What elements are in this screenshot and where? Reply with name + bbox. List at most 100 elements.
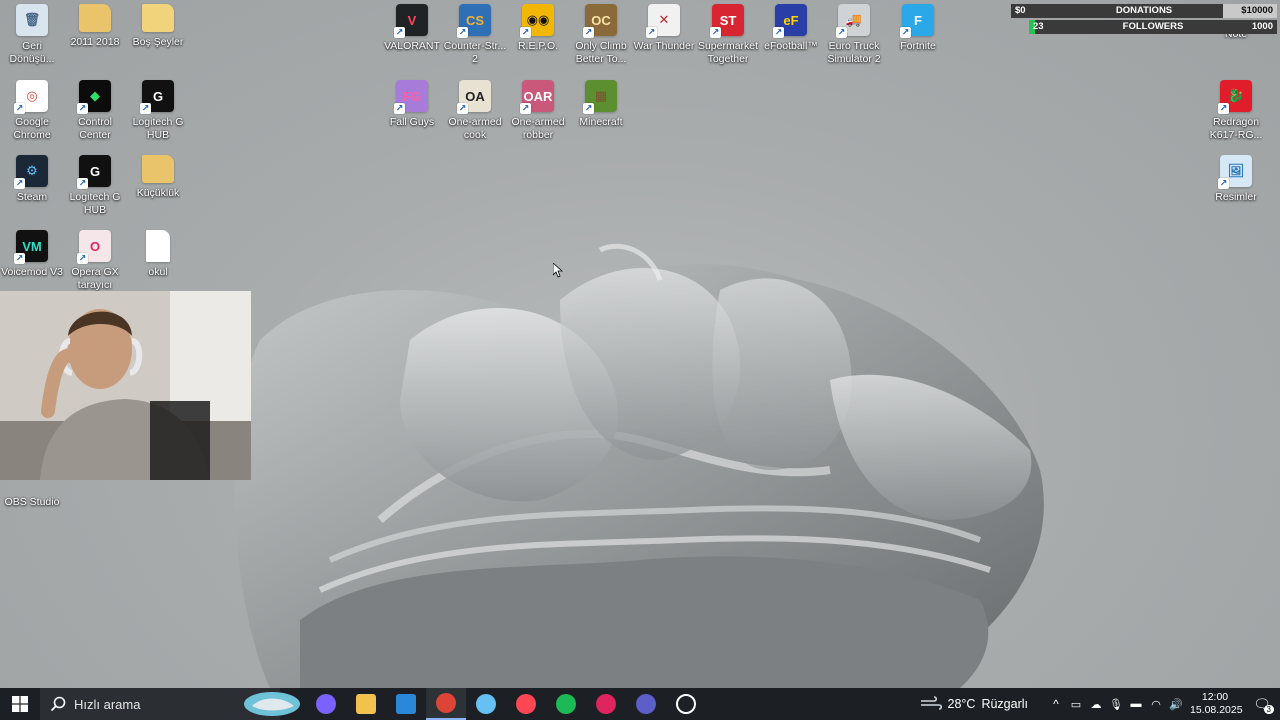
- shortcut-arrow-icon: ↗: [583, 103, 594, 114]
- desktop-icon-label: 2011 2018: [70, 36, 120, 48]
- speaker-icon: 🔊: [1169, 698, 1183, 711]
- donations-label: DONATIONS: [1115, 5, 1173, 16]
- taskbar-app-valorant[interactable]: [506, 688, 546, 720]
- desktop[interactable]: 🗑 Geri Dönüşü... 2011 2018 Boş Şeyler V ↗ VALO…: [0, 0, 1280, 688]
- show-hidden-icons-button[interactable]: ^: [1046, 688, 1066, 720]
- weather-widget[interactable]: 28°C Rüzgarlı: [920, 696, 1028, 712]
- desktop-icon-recycle[interactable]: 🗑 Geri Dönüşü...: [0, 4, 64, 66]
- start-button[interactable]: [0, 688, 40, 720]
- shortcut-arrow-icon: ↗: [773, 27, 784, 38]
- donations-goal-bar: $0 DONATIONS $10000: [1011, 4, 1277, 18]
- desktop-icon-valorant[interactable]: V ↗ VALORANT: [380, 4, 444, 53]
- clock-time: 12:00: [1201, 691, 1229, 703]
- shortcut-arrow-icon: ↗: [77, 253, 88, 264]
- taskbar-search-box[interactable]: [40, 688, 300, 720]
- logitech-icon: G ↗: [77, 155, 111, 189]
- desktop-icon-label: War Thunder: [633, 40, 695, 52]
- desktop-icon-label: Supermarket Together: [697, 40, 759, 65]
- truck-icon: 🚚 ↗: [836, 4, 870, 38]
- opera-gx-icon: O ↗: [77, 230, 111, 264]
- shortcut-arrow-icon: ↗: [836, 27, 847, 38]
- desktop-icon-label: OBS Studio: [4, 496, 60, 508]
- desktop-icon-label: Google Chrome: [13, 116, 51, 141]
- desktop-icon-label: Geri Dönüşü...: [9, 40, 55, 65]
- steam-icon: [476, 694, 496, 714]
- desktop-icon-fortnite[interactable]: F ↗ Fortnite: [886, 4, 950, 53]
- volume-button[interactable]: 🔊: [1166, 688, 1186, 720]
- desktop-icon-kucukluk[interactable]: Küçüklük: [126, 155, 190, 200]
- chevron-up-icon: ^: [1053, 697, 1059, 711]
- desktop-icon-supermarket[interactable]: ST ↗ Supermarket Together: [696, 4, 760, 66]
- shortcut-arrow-icon: ↗: [900, 27, 911, 38]
- desktop-icon-label: Voicemod V3: [1, 266, 63, 278]
- wifi-icon: ◠: [1151, 698, 1161, 711]
- desktop-icon-cook[interactable]: OA ↗ One-armed cook: [443, 80, 507, 142]
- desktop-icon-label: Logitech G HUB: [69, 191, 121, 216]
- desktop-icon-warthunder[interactable]: ✕ ↗ War Thunder: [632, 4, 696, 53]
- desktop-icon-efootball[interactable]: eF ↗ eFootball™: [759, 4, 823, 53]
- taskbar-app-obs[interactable]: [666, 688, 706, 720]
- counter-strike-icon: CS ↗: [457, 4, 491, 38]
- desktop-icon-redragon[interactable]: 🐉 ↗ Redragon K617-RG...: [1204, 80, 1268, 142]
- desktop-icon-ets2[interactable]: 🚚 ↗ Euro Truck Simulator 2: [822, 4, 886, 66]
- desktop-icon-steam[interactable]: ⚙ ↗ Steam: [0, 155, 64, 204]
- shortcut-arrow-icon: ↗: [1218, 178, 1229, 189]
- taskbar-app-opera-gx[interactable]: [586, 688, 626, 720]
- tray-app-icon[interactable]: 🎙: [1106, 688, 1126, 720]
- notification-center-button[interactable]: 🗨 3: [1244, 688, 1280, 720]
- followers-goal-bar: 23 FOLLOWERS 1000: [1029, 20, 1277, 34]
- taskbar-app-store[interactable]: [386, 688, 426, 720]
- desktop-icon-folder2011[interactable]: 2011 2018: [63, 4, 127, 49]
- repo-icon: ◉◉ ↗: [520, 4, 554, 38]
- shortcut-arrow-icon: ↗: [583, 27, 594, 38]
- desktop-icon-label: One-armed robber: [511, 116, 565, 141]
- redragon-icon: 🐉 ↗: [1218, 80, 1252, 114]
- cloud-tray-icon: ☁: [1090, 698, 1102, 711]
- desktop-icon-minecraft[interactable]: ▦ ↗ Minecraft: [569, 80, 633, 129]
- taskbar-app-file-explorer[interactable]: [346, 688, 386, 720]
- desktop-icon-lghub2[interactable]: G ↗ Logitech G HUB: [63, 155, 127, 217]
- taskbar-app-steam[interactable]: [466, 688, 506, 720]
- only-climb-icon: OC ↗: [583, 4, 617, 38]
- desktop-icon-okul[interactable]: okul: [126, 230, 190, 279]
- desktop-icon-label: Opera GX tarayıcı: [71, 266, 119, 291]
- desktop-icon-repo[interactable]: ◉◉ ↗ R.E.P.O.: [506, 4, 570, 53]
- microphone-tray-icon: 🎙: [1109, 698, 1123, 711]
- clock-button[interactable]: 12:00 15.08.2025: [1190, 691, 1243, 717]
- search-highlight-icon: [244, 692, 300, 716]
- desktop-icon-operagx[interactable]: O ↗ Opera GX tarayıcı: [63, 230, 127, 292]
- followers-goal: 1000: [1251, 21, 1273, 32]
- desktop-icon-onlyclimb[interactable]: OC ↗ Only Climb Better To...: [569, 4, 633, 66]
- folder-icon: [142, 155, 174, 183]
- taskbar-app-teams[interactable]: [626, 688, 666, 720]
- donations-goal: $10000: [1241, 5, 1273, 16]
- desktop-icon-robber[interactable]: OAR ↗ One-armed robber: [506, 80, 570, 142]
- chrome-icon: [436, 693, 456, 713]
- minecraft-icon: ▦ ↗: [583, 80, 617, 114]
- desktop-icon-fallguys[interactable]: FG ↗ Fall Guys: [380, 80, 444, 129]
- tray-app-icon[interactable]: ☁: [1086, 688, 1106, 720]
- shortcut-arrow-icon: ↗: [77, 178, 88, 189]
- chrome-icon: ◎ ↗: [14, 80, 48, 114]
- followers-label: FOLLOWERS: [1122, 21, 1184, 32]
- notification-count: 3: [1263, 705, 1274, 714]
- shortcut-arrow-icon: ↗: [394, 103, 405, 114]
- search-input[interactable]: [72, 695, 216, 713]
- shortcut-arrow-icon: ↗: [77, 103, 88, 114]
- camera-tray-icon: ▭: [1070, 698, 1082, 711]
- tray-app-icon[interactable]: ▬: [1126, 688, 1146, 720]
- desktop-icon-label: One-armed cook: [448, 116, 502, 141]
- one-armed-robber-icon: OAR ↗: [520, 80, 554, 114]
- desktop-icon-cs2[interactable]: CS ↗ Counter-Str... 2: [443, 4, 507, 66]
- taskbar-app-copilot[interactable]: [306, 688, 346, 720]
- desktop-icon-nvidia[interactable]: ◆ ↗ Control Center: [63, 80, 127, 142]
- desktop-icon-bossey[interactable]: Boş Şeyler: [126, 4, 190, 49]
- desktop-icon-resimler[interactable]: 🖼 ↗ Resimler: [1204, 155, 1268, 204]
- taskbar-app-chrome[interactable]: [426, 688, 466, 720]
- taskbar-app-spotify[interactable]: [546, 688, 586, 720]
- desktop-icon-voicemod[interactable]: VM ↗ Voicemod V3: [0, 230, 64, 279]
- network-button[interactable]: ◠: [1146, 688, 1166, 720]
- tray-app-icon[interactable]: ▭: [1066, 688, 1086, 720]
- desktop-icon-lghub1[interactable]: G ↗ Logitech G HUB: [126, 80, 190, 142]
- desktop-icon-chrome[interactable]: ◎ ↗ Google Chrome: [0, 80, 64, 142]
